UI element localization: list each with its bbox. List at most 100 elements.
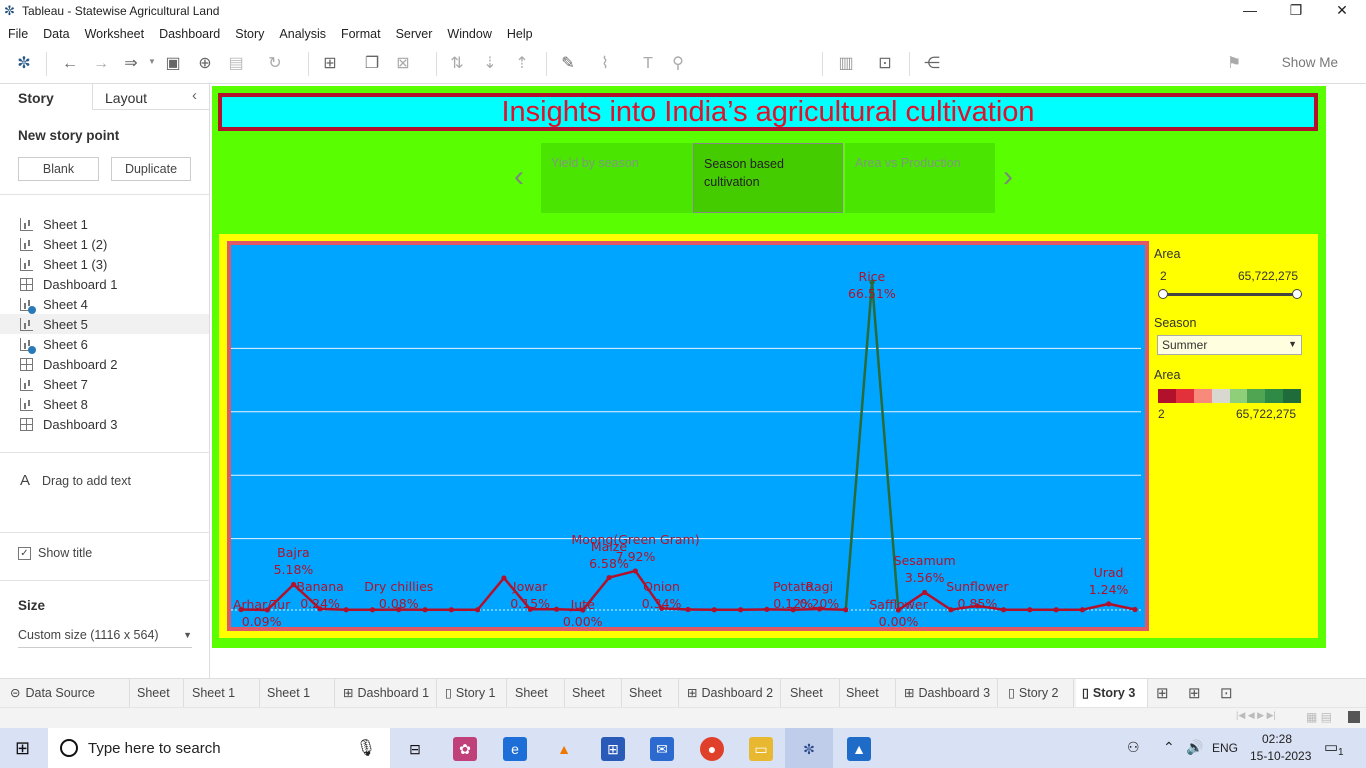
menu-data[interactable]: Data [43, 27, 69, 41]
story-point-season-based-cultivation[interactable]: Season based cultivation [693, 143, 843, 213]
caret-down-icon[interactable]: ▼ [148, 57, 156, 66]
new-data-source-icon[interactable]: ⊕ [195, 54, 215, 74]
menu-story[interactable]: Story [235, 27, 264, 41]
task-view-icon[interactable]: ⊟ [403, 737, 427, 761]
size-dropdown[interactable]: Custom size (1116 x 564) ▼ [18, 628, 192, 648]
story-point-area-vs-production[interactable]: Area vs Production [845, 143, 995, 213]
vlc-player-icon[interactable]: ▲ [552, 737, 576, 761]
volume-icon[interactable]: 🔊 [1186, 739, 1203, 756]
list-item[interactable]: Dashboard 2 [0, 354, 209, 374]
list-item[interactable]: Sheet 5 [0, 314, 209, 334]
language-indicator[interactable]: ENG [1212, 741, 1238, 755]
tab-dashboard-3[interactable]: ⊞ Dashboard 3 [898, 679, 998, 708]
show-me-button[interactable]: Show Me [1282, 55, 1338, 70]
menu-analysis[interactable]: Analysis [279, 27, 326, 41]
notification-icon[interactable]: ▭ [1324, 738, 1338, 756]
tab-sheet-5[interactable]: Sheet 5 [566, 679, 622, 728]
new-worksheet-icon[interactable]: ⊞ [1156, 684, 1169, 702]
drag-text-item[interactable]: A Drag to add text [20, 472, 131, 489]
microphone-icon[interactable]: 🎙 [356, 738, 376, 758]
list-item[interactable]: Sheet 4 [0, 294, 209, 314]
chrome-browser-icon[interactable]: ● [700, 737, 724, 761]
refresh-icon[interactable]: ↻ [265, 54, 285, 74]
menu-dashboard[interactable]: Dashboard [159, 27, 220, 41]
tab-sheet-1[interactable]: Sheet 1 [131, 679, 184, 728]
clock-date[interactable]: 15-10-2023 [1250, 749, 1311, 763]
tab-dashboard-2[interactable]: ⊞ Dashboard 2 [681, 679, 781, 708]
new-story-icon[interactable]: ⊡ [1220, 684, 1233, 702]
first-page-icon[interactable]: |◀ ◀ ▶ ▶| [1236, 710, 1276, 721]
store-icon[interactable]: ⊞ [601, 737, 625, 761]
line-chart-area[interactable]: Arhar/Tur 0.09% Bajra 5.18% Banana 0.24% Dry c… [227, 241, 1149, 631]
list-item[interactable]: Dashboard 1 [0, 274, 209, 294]
clock-time[interactable]: 02:28 [1262, 732, 1292, 746]
collapse-panel-icon[interactable]: ‹ [192, 87, 197, 104]
tab-story[interactable]: Story [18, 90, 54, 106]
people-icon[interactable]: ⚇ [1127, 739, 1140, 756]
menu-worksheet[interactable]: Worksheet [85, 27, 145, 41]
edge-browser-icon[interactable]: e [503, 737, 527, 761]
new-dashboard-icon[interactable]: ⊞ [1188, 684, 1201, 702]
area-slider-track[interactable] [1163, 293, 1297, 296]
area-slider-min-handle[interactable] [1158, 289, 1168, 299]
filmstrip-view-icon[interactable] [1348, 711, 1360, 723]
save-icon[interactable]: ▣ [163, 54, 183, 74]
photos-icon[interactable]: ▲ [847, 737, 871, 761]
pause-updates-icon[interactable]: ▤ [226, 54, 246, 74]
menu-server[interactable]: Server [396, 27, 433, 41]
duplicate-icon[interactable]: ❐ [362, 54, 382, 74]
file-explorer-icon[interactable]: ▭ [749, 737, 773, 761]
show-title-checkbox[interactable]: ✓ Show title [18, 546, 92, 560]
close-button[interactable]: ✕ [1319, 2, 1365, 19]
area-slider-max-handle[interactable] [1292, 289, 1302, 299]
text-label-icon[interactable]: T [638, 54, 658, 74]
clear-sheet-icon[interactable]: ⊠ [393, 54, 413, 74]
show-hidden-icons[interactable]: ⌃ [1163, 739, 1175, 756]
story-point-yield-by-season[interactable]: Yield by season [541, 143, 693, 213]
menu-file[interactable]: File [8, 27, 28, 41]
pin-icon[interactable]: ⚲ [668, 54, 688, 74]
format-painter-icon[interactable]: ⚑ [1224, 54, 1244, 74]
next-point-icon[interactable]: › [1003, 160, 1013, 194]
app-pinned-icon[interactable]: ✿ [453, 737, 477, 761]
list-item[interactable]: Sheet 7 [0, 374, 209, 394]
tab-dashboard-1[interactable]: ⊞ Dashboard 1 [337, 679, 437, 708]
list-item[interactable]: Sheet 1 (3) [0, 254, 209, 274]
undo-icon[interactable]: ← [60, 54, 80, 74]
minimize-button[interactable]: — [1227, 2, 1273, 18]
attach-icon[interactable]: ⌇ [595, 54, 615, 74]
tab-sheet-1-2[interactable]: Sheet 1 (2) [186, 679, 260, 728]
grid-view-icon[interactable]: ▦ ▤ [1306, 710, 1332, 724]
duplicate-button[interactable]: Duplicate [111, 157, 191, 181]
tab-sheet-1-3[interactable]: Sheet 1 (3) [261, 679, 335, 728]
presentation-mode-icon[interactable]: ⊡ [875, 54, 895, 74]
tab-data-source[interactable]: ⊝ Data Source [0, 679, 130, 708]
tab-sheet-6[interactable]: Sheet 6 [623, 679, 679, 728]
taskbar-search[interactable]: Type here to search 🎙 [48, 728, 390, 768]
tab-sheet-7[interactable]: Sheet 7 [784, 679, 840, 728]
sort-descending-icon[interactable]: ⇡ [512, 54, 532, 74]
maximize-button[interactable]: ❐ [1273, 2, 1319, 19]
tab-sheet-4[interactable]: Sheet 4 [509, 679, 565, 728]
highlight-icon[interactable]: ✎ [558, 54, 578, 74]
new-worksheet-icon[interactable]: ⊞ [320, 54, 340, 74]
tableau-app-icon[interactable]: ✼ [797, 737, 821, 761]
sort-ascending-icon[interactable]: ⇣ [480, 54, 500, 74]
tab-story-1[interactable]: ▯ Story 1 [439, 679, 507, 708]
list-item[interactable]: Sheet 1 (2) [0, 234, 209, 254]
season-dropdown[interactable]: Summer ▼ [1157, 335, 1302, 355]
list-item[interactable]: Dashboard 3 [0, 414, 209, 434]
mail-icon[interactable]: ✉ [650, 737, 674, 761]
list-item[interactable]: Sheet 6 [0, 334, 209, 354]
menu-help[interactable]: Help [507, 27, 533, 41]
redirect-icon[interactable]: ⇒ [121, 54, 141, 74]
show-cards-icon[interactable]: ▥ [836, 54, 856, 74]
swap-icon[interactable]: ⇅ [447, 54, 467, 74]
windows-start-icon[interactable]: ⊞ [15, 738, 30, 759]
list-item[interactable]: Sheet 8 [0, 394, 209, 414]
menu-format[interactable]: Format [341, 27, 381, 41]
tab-layout[interactable]: Layout [105, 90, 147, 106]
tableau-home-icon[interactable]: ✼ [14, 54, 34, 74]
share-icon[interactable]: ⋲ [922, 54, 942, 74]
redo-icon[interactable]: → [91, 54, 111, 74]
